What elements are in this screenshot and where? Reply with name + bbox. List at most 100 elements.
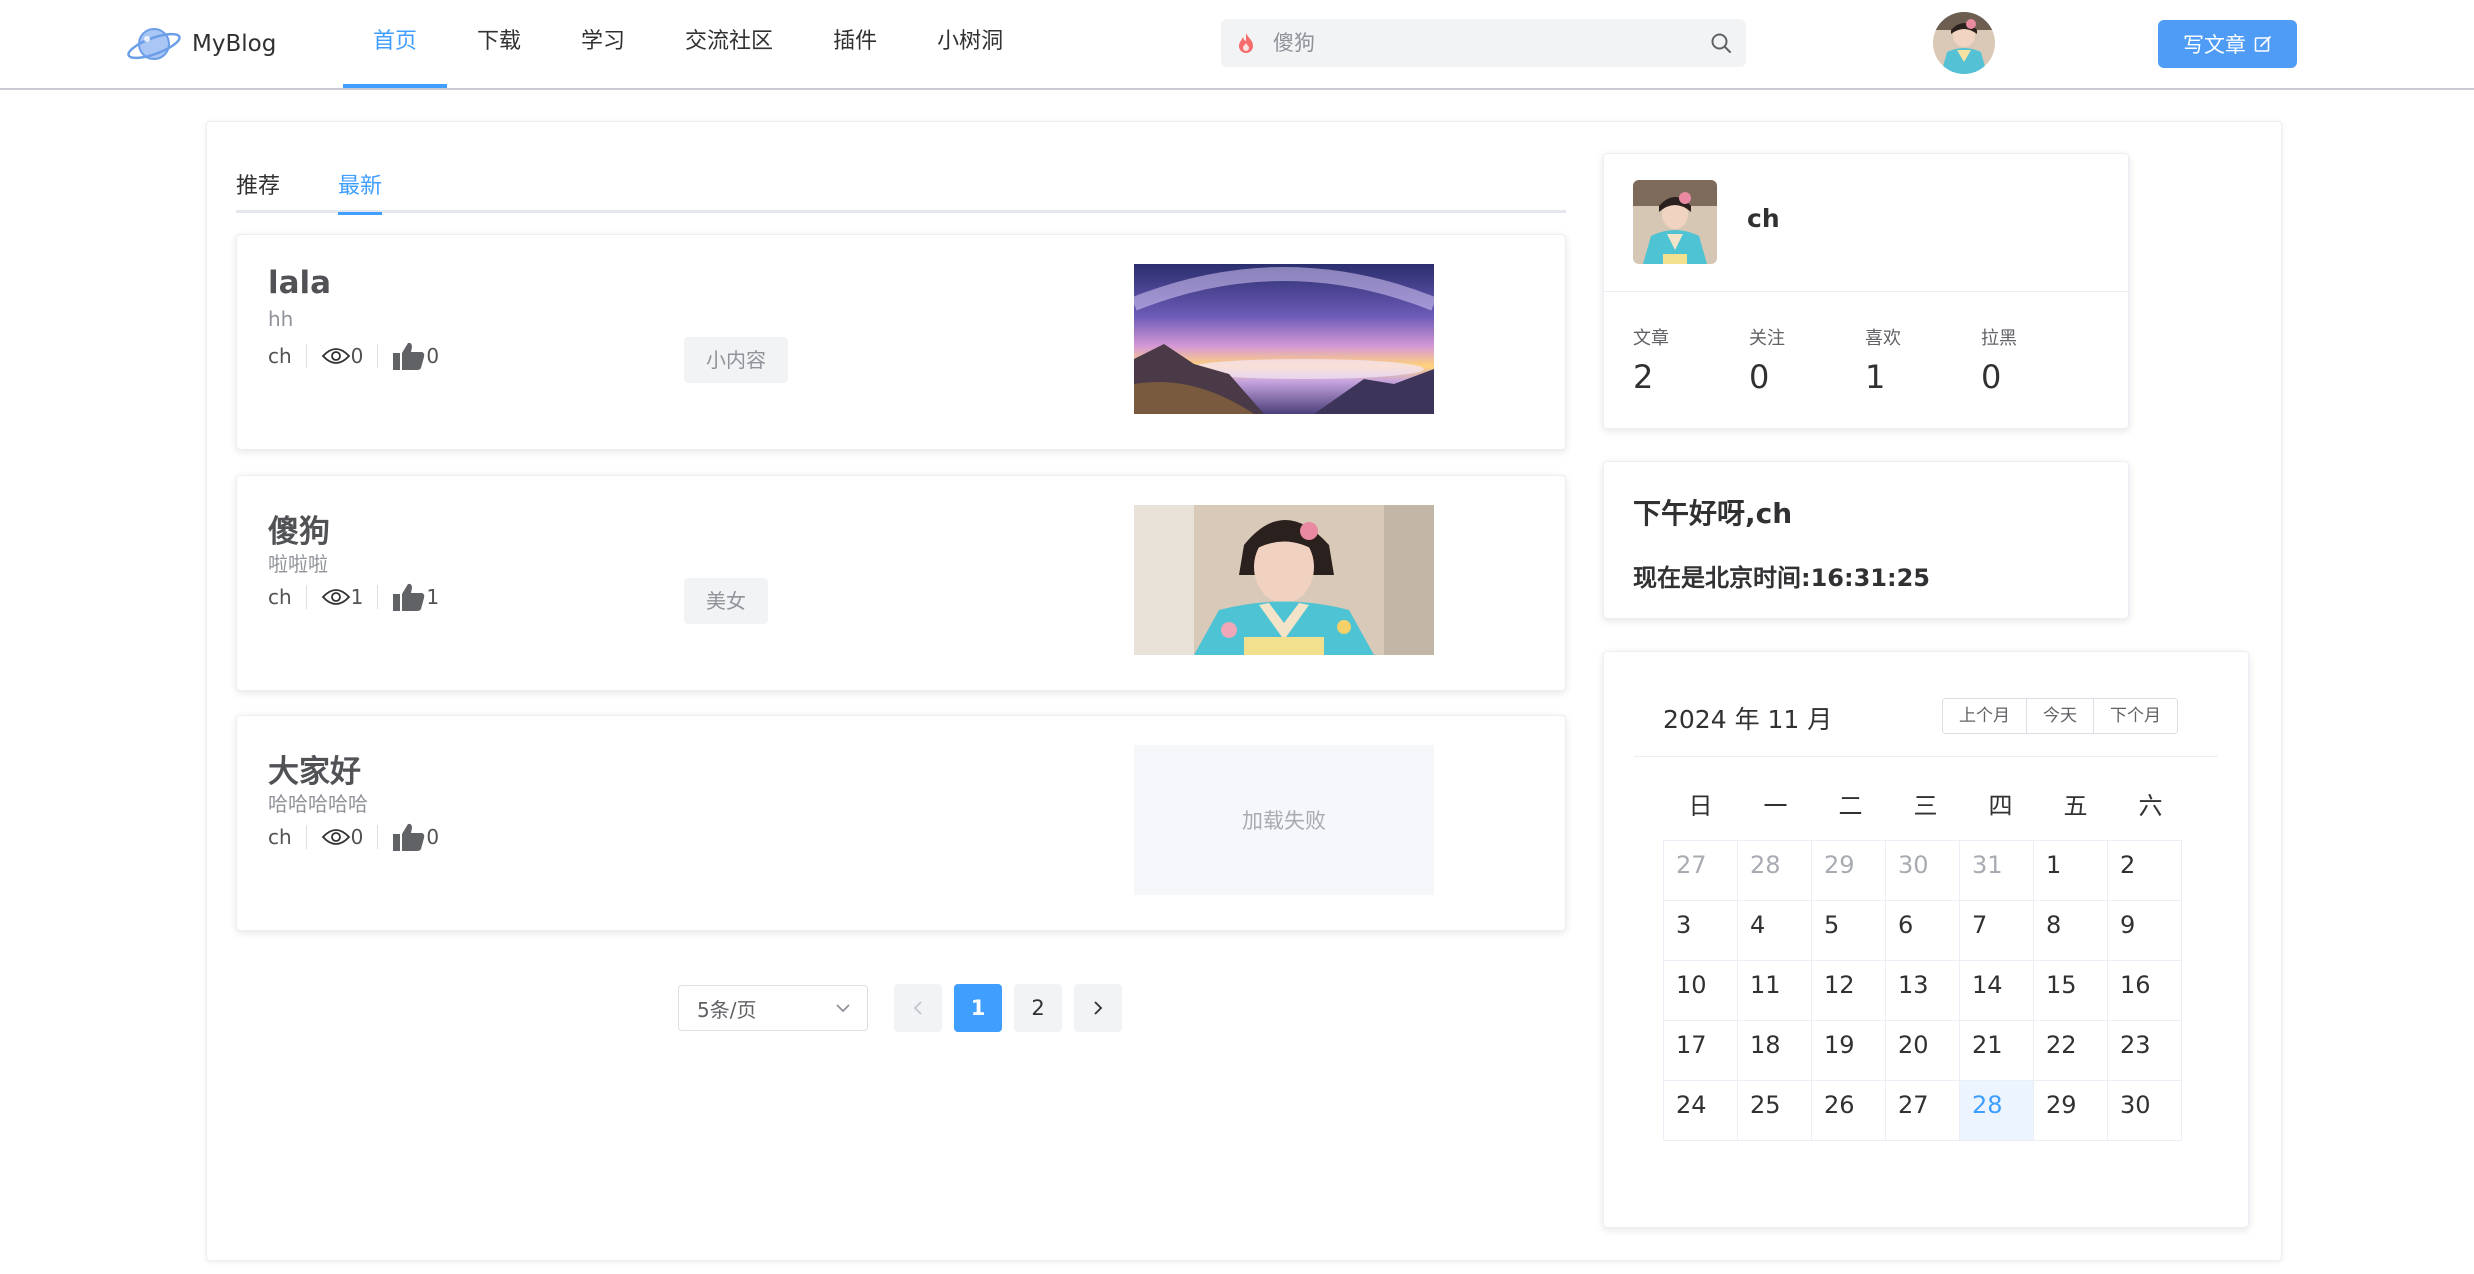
article-cover-image[interactable]: [1134, 264, 1434, 414]
prev-month-button[interactable]: 上个月: [1943, 699, 2026, 733]
calendar-day[interactable]: 24: [1664, 1081, 1738, 1141]
tab-recommended[interactable]: 推荐: [236, 168, 280, 212]
profile-avatar[interactable]: [1633, 180, 1717, 264]
article-card[interactable]: lala hh ch 0 0 小内容: [236, 234, 1566, 450]
nav-item-home[interactable]: 首页: [343, 0, 448, 88]
stat-following[interactable]: 关注 0: [1749, 324, 1859, 396]
calendar-day[interactable]: 10: [1664, 961, 1738, 1021]
article-meta: ch 1 1: [268, 582, 439, 612]
like-count: 1: [426, 585, 440, 609]
meta-divider: [305, 585, 307, 609]
article-tag[interactable]: 美女: [684, 578, 768, 624]
nav-item-download[interactable]: 下载: [447, 0, 551, 88]
chevron-left-icon: [913, 1001, 922, 1015]
eye-icon: [321, 589, 350, 605]
calendar-day[interactable]: 23: [2108, 1021, 2182, 1081]
weekday-label: 一: [1763, 792, 1788, 820]
nav-item-plugins[interactable]: 插件: [803, 0, 907, 88]
thumbs-up-icon[interactable]: [392, 822, 426, 852]
calendar-day[interactable]: 18: [1738, 1021, 1812, 1081]
calendar-day[interactable]: 7: [1960, 901, 2034, 961]
calendar-day[interactable]: 12: [1812, 961, 1886, 1021]
article-tag[interactable]: 小内容: [684, 337, 788, 383]
calendar-day[interactable]: 11: [1738, 961, 1812, 1021]
calendar-day[interactable]: 13: [1886, 961, 1960, 1021]
calendar-day[interactable]: 16: [2108, 961, 2182, 1021]
chevron-down-icon: [836, 1004, 850, 1013]
calendar-day[interactable]: 30: [2108, 1081, 2182, 1141]
user-avatar[interactable]: [1933, 12, 1995, 74]
calendar-day-other-month[interactable]: 28: [1738, 841, 1812, 901]
calendar-day[interactable]: 19: [1812, 1021, 1886, 1081]
article-title[interactable]: lala: [268, 265, 331, 301]
kimono-portrait-image: [1134, 505, 1434, 655]
nav-item-community[interactable]: 交流社区: [655, 0, 803, 88]
page-button-2[interactable]: 2: [1014, 984, 1062, 1032]
greeting-text: 下午好呀,ch: [1633, 497, 1793, 530]
calendar-day[interactable]: 17: [1664, 1021, 1738, 1081]
calendar-day-today[interactable]: 28: [1960, 1081, 2034, 1141]
calendar-day[interactable]: 22: [2034, 1021, 2108, 1081]
calendar-day[interactable]: 27: [1886, 1081, 1960, 1141]
profile-avatar-image: [1633, 180, 1717, 264]
calendar-day[interactable]: 15: [2034, 961, 2108, 1021]
pagination: 5条/页 1 2: [678, 984, 1122, 1032]
calendar-day[interactable]: 6: [1886, 901, 1960, 961]
calendar-day[interactable]: 1: [2034, 841, 2108, 901]
stat-label: 喜欢: [1865, 328, 1901, 349]
calendar-day[interactable]: 20: [1886, 1021, 1960, 1081]
article-cover-image[interactable]: [1134, 505, 1434, 655]
calendar-day-other-month[interactable]: 27: [1664, 841, 1738, 901]
calendar-day[interactable]: 14: [1960, 961, 2034, 1021]
nav-item-learn[interactable]: 学习: [551, 0, 655, 88]
today-button[interactable]: 今天: [2026, 699, 2093, 733]
weekday-label: 六: [2138, 792, 2163, 820]
user-avatar-image: [1933, 12, 1995, 74]
stat-label: 关注: [1749, 328, 1785, 349]
calendar-day[interactable]: 9: [2108, 901, 2182, 961]
calendar-day-other-month[interactable]: 31: [1960, 841, 2034, 901]
calendar-day[interactable]: 2: [2108, 841, 2182, 901]
article-card[interactable]: 傻狗 啦啦啦 ch 1 1 美女: [236, 475, 1566, 691]
calendar-day[interactable]: 26: [1812, 1081, 1886, 1141]
write-article-button[interactable]: 写文章: [2158, 20, 2297, 68]
meta-divider: [377, 344, 379, 368]
profile-name: ch: [1747, 204, 1780, 233]
calendar-day[interactable]: 4: [1738, 901, 1812, 961]
calendar-day-other-month[interactable]: 29: [1812, 841, 1886, 901]
weekday-label: 四: [1988, 792, 2013, 820]
prev-page-button[interactable]: [894, 984, 942, 1032]
thumbs-up-icon[interactable]: [392, 341, 426, 371]
calendar-title: 2024 年 11 月: [1663, 705, 1833, 734]
calendar-day[interactable]: 8: [2034, 901, 2108, 961]
article-meta: ch 0 0: [268, 822, 439, 852]
calendar-divider: [1634, 756, 2218, 757]
stat-likes[interactable]: 喜欢 1: [1865, 324, 1975, 396]
page-button-1[interactable]: 1: [954, 984, 1002, 1032]
calendar-day[interactable]: 29: [2034, 1081, 2108, 1141]
article-card[interactable]: 大家好 哈哈哈哈哈 ch 0 0 加载失败: [236, 715, 1566, 931]
article-title[interactable]: 大家好: [268, 746, 361, 791]
planet-logo-icon: [127, 28, 181, 60]
search-icon[interactable]: [1710, 32, 1732, 54]
calendar-day[interactable]: 5: [1812, 901, 1886, 961]
stat-value: 0: [1749, 358, 1770, 396]
thumbs-up-icon[interactable]: [392, 582, 426, 612]
meta-divider: [305, 825, 307, 849]
article-title[interactable]: 傻狗: [268, 506, 330, 551]
view-count: 1: [350, 585, 364, 609]
search-input[interactable]: [1271, 30, 1695, 56]
calendar-day[interactable]: 25: [1738, 1081, 1812, 1141]
stat-blocked[interactable]: 拉黑 0: [1981, 324, 2091, 396]
night-sky-landscape-image: [1134, 264, 1434, 414]
nav-item-treehole[interactable]: 小树洞: [907, 0, 1033, 88]
next-page-button[interactable]: [1074, 984, 1122, 1032]
calendar-day[interactable]: 3: [1664, 901, 1738, 961]
stat-articles[interactable]: 文章 2: [1633, 324, 1743, 396]
page-size-select[interactable]: 5条/页: [678, 985, 868, 1031]
brand-logo[interactable]: MyBlog: [126, 18, 276, 70]
next-month-button[interactable]: 下个月: [2093, 699, 2177, 733]
tab-latest[interactable]: 最新: [338, 168, 383, 215]
calendar-day-other-month[interactable]: 30: [1886, 841, 1960, 901]
calendar-day[interactable]: 21: [1960, 1021, 2034, 1081]
